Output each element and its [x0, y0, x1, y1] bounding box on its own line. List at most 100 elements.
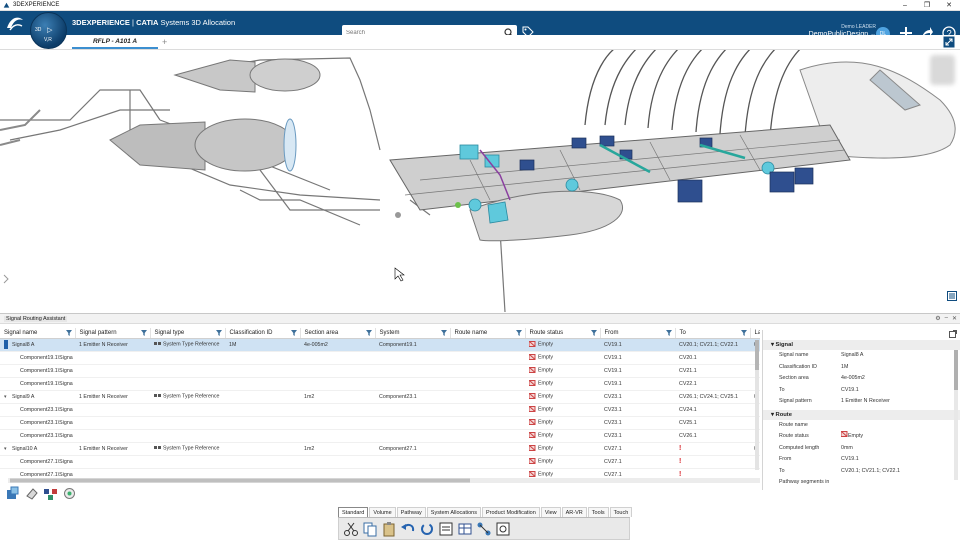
play-icon[interactable]: ▷ — [47, 26, 52, 34]
table-row[interactable]: Signal8 A 1 Emitter N Receiver System Type… — [0, 338, 760, 352]
3d-viewport[interactable] — [0, 50, 960, 312]
cell-text: Empty — [538, 393, 554, 400]
table-body: Signal8 A 1 Emitter N Receiver System Type… — [0, 338, 760, 481]
property-value[interactable] — [841, 420, 960, 432]
tab-view[interactable]: View — [540, 507, 561, 517]
properties-scrollbar[interactable] — [954, 350, 958, 480]
close-window-button[interactable]: ✕ — [938, 0, 960, 11]
tab-touch[interactable]: Touch — [609, 507, 633, 517]
selection-marker-icon[interactable] — [4, 340, 8, 349]
column-header[interactable]: La — [750, 328, 760, 339]
tab-rflp[interactable]: RFLP - A101 A — [72, 36, 158, 49]
property-value[interactable]: 0mm — [841, 443, 960, 455]
network-tool-icon[interactable] — [43, 486, 58, 501]
table-row[interactable]: ▾ Signal10 A 1 Emitter N Receiver System Ty… — [0, 442, 760, 456]
filter-icon[interactable] — [140, 330, 147, 336]
tab-system-allocations[interactable]: System Allocations — [426, 507, 481, 517]
panel-toggle-icon[interactable] — [947, 291, 957, 301]
tab-ar-vr[interactable]: AR-VR — [561, 507, 587, 517]
signal-section-header[interactable]: ▾ Signal — [763, 340, 960, 350]
filter-icon[interactable] — [365, 330, 372, 336]
column-header[interactable]: Route name — [450, 328, 526, 339]
compass-widget[interactable]: 3D ▷ V,R — [30, 12, 67, 49]
table-row[interactable]: Component19.1\Signa Empty CV19.1 CV21.1 — [0, 364, 760, 378]
column-header[interactable]: System — [375, 328, 451, 339]
table-vertical-scrollbar[interactable] — [755, 340, 759, 470]
filter-icon[interactable] — [740, 330, 747, 336]
column-header[interactable]: From — [600, 328, 676, 339]
table-row[interactable]: Component23.1\Signa Empty CV23.1 CV26.1 — [0, 429, 760, 443]
filter-icon[interactable] — [590, 330, 597, 336]
table-horizontal-scrollbar[interactable] — [8, 478, 760, 483]
action-bar-tabs: Standard Volume Pathway System Allocations P… — [338, 507, 633, 518]
table-row[interactable]: Component23.1\Signa Empty CV23.1 CV24.1 — [0, 403, 760, 417]
column-header[interactable]: Signal name — [0, 328, 76, 339]
column-header[interactable]: Classification ID — [225, 328, 301, 339]
property-value[interactable]: CV19.1 — [841, 385, 960, 397]
settings-tool-icon[interactable] — [495, 521, 511, 537]
tab-volume[interactable]: Volume — [369, 507, 396, 517]
table-row[interactable]: ▾ Signal9 A 1 Emitter N Receiver System Typ… — [0, 390, 760, 404]
expand-icon[interactable] — [943, 36, 955, 48]
tab-standard[interactable]: Standard — [338, 507, 369, 517]
property-value[interactable]: 1M — [841, 362, 960, 374]
expand-toggle-icon[interactable]: ▾ — [4, 394, 12, 400]
table-row[interactable]: Component19.1\Signa Empty CV19.1 CV22.1 — [0, 377, 760, 391]
expand-toggle-icon[interactable]: ▾ — [4, 446, 12, 452]
filter-icon[interactable] — [515, 330, 522, 336]
filter-icon[interactable] — [65, 330, 72, 336]
property-value[interactable]: CV19.1 — [841, 454, 960, 466]
route-section-header[interactable]: ▾ Route — [763, 409, 960, 420]
property-value[interactable] — [841, 477, 960, 489]
property-value[interactable]: Empty — [840, 431, 960, 443]
column-header[interactable]: Section area — [300, 328, 376, 339]
tab-product-modification[interactable]: Product Modification — [481, 507, 540, 517]
new-tab-icon[interactable]: + — [162, 37, 167, 47]
route-assistant-tool-icon[interactable] — [5, 486, 20, 501]
paste-icon[interactable] — [381, 521, 397, 537]
popout-icon[interactable] — [949, 330, 957, 338]
property-value-text: 1M — [841, 363, 849, 370]
filter-icon[interactable] — [215, 330, 222, 336]
cut-icon[interactable] — [343, 521, 359, 537]
filter-icon[interactable] — [665, 330, 672, 336]
table-cell-status: Empty — [525, 390, 600, 404]
gear-icon[interactable]: ⚙ — [935, 315, 940, 322]
property-value[interactable]: Signal8 A — [841, 350, 960, 362]
grid-tool-icon[interactable] — [62, 486, 77, 501]
tab-tools[interactable]: Tools — [587, 507, 609, 517]
table-row[interactable]: Component19.1\Signa Empty CV19.1 CV20.1 — [0, 351, 760, 365]
copy-icon[interactable] — [362, 521, 378, 537]
undo-icon[interactable] — [400, 521, 416, 537]
filter-icon[interactable] — [290, 330, 297, 336]
property-value[interactable]: 1 Emitter N Receiver — [841, 396, 960, 408]
restore-button[interactable]: ❐ — [916, 0, 938, 11]
property-value-text: Empty — [848, 433, 864, 439]
table-row[interactable]: Component23.1\Signa Empty CV23.1 CV25.1 — [0, 416, 760, 430]
close-icon[interactable]: ✕ — [952, 315, 957, 322]
cell-text: CV19.1 — [604, 354, 622, 361]
column-header[interactable]: Signal type — [150, 328, 226, 339]
tab-pathway[interactable]: Pathway — [396, 507, 426, 517]
property-value[interactable]: CV20.1; CV21.1; CV22.1 — [841, 466, 960, 478]
minimize-panel-button[interactable]: – — [945, 315, 948, 322]
property-value-text: CV19.1 — [841, 456, 859, 462]
empty-status-icon — [529, 419, 536, 426]
update-icon[interactable] — [419, 521, 435, 537]
eraser-tool-icon[interactable] — [24, 486, 39, 501]
property-value[interactable] — [841, 489, 960, 491]
property-value[interactable]: 4e-005m2 — [841, 373, 960, 385]
dassault-logo-icon[interactable] — [5, 14, 25, 32]
column-header[interactable]: To — [675, 328, 751, 339]
filter-icon[interactable] — [440, 330, 447, 336]
minimize-button[interactable]: – — [894, 0, 916, 11]
column-header[interactable]: Signal pattern — [75, 328, 151, 339]
property-key: From — [779, 456, 792, 462]
connect-icon[interactable] — [476, 521, 492, 537]
table-cell-type — [150, 403, 225, 417]
table-icon[interactable] — [457, 521, 473, 537]
column-header[interactable]: Route status — [525, 328, 601, 339]
properties-icon[interactable] — [438, 521, 454, 537]
property-value-text: 4e-005m2 — [841, 375, 865, 381]
table-row[interactable]: Component27.1\Signa Empty CV27.1! — [0, 455, 760, 469]
